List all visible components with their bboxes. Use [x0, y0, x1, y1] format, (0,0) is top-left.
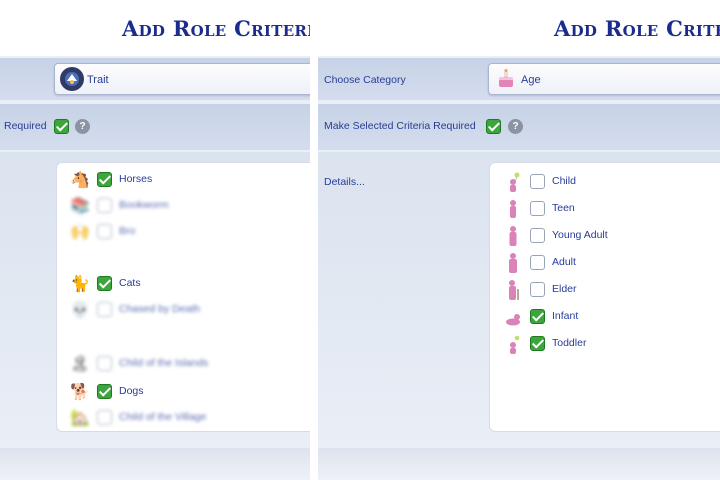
list-item[interactable]: 📚 Bookworm	[57, 195, 310, 217]
dialog-title: Add Role Criteria...	[122, 16, 310, 41]
village-icon: 🏡	[70, 410, 90, 427]
item-label: Chased by Death	[119, 303, 201, 315]
cat-icon: 🐈	[70, 276, 90, 293]
item-label: Infant	[552, 310, 579, 322]
list-item[interactable]: 🐈 Cats	[57, 273, 310, 295]
list-item[interactable]: 🙌 Bro	[57, 221, 310, 243]
category-row: Choose Category Age	[318, 58, 720, 100]
reaper-icon: 💀	[70, 302, 90, 319]
list-item[interactable]: 💀 Chased by Death	[57, 299, 310, 321]
item-checkbox[interactable]	[530, 282, 545, 297]
item-label: Dogs	[119, 385, 144, 397]
list-item[interactable]: Teen	[490, 198, 720, 220]
item-checkbox[interactable]	[97, 276, 112, 291]
item-checkbox[interactable]	[97, 172, 112, 187]
child-icon	[502, 171, 524, 193]
list-item[interactable]: 🏡 Child of the Village	[57, 407, 310, 429]
island-icon: 🏝	[69, 356, 91, 373]
dog-icon: 🐕	[70, 384, 90, 401]
item-checkbox[interactable]	[530, 174, 545, 189]
books-icon: 📚	[70, 198, 90, 215]
item-checkbox[interactable]	[97, 384, 112, 399]
list-item[interactable]: 🐴 Horses	[57, 169, 310, 191]
item-label: Elder	[552, 283, 577, 295]
item-label: Cats	[119, 277, 141, 289]
required-row: Make Selected Criteria Required ?	[318, 104, 720, 150]
required-row: Required ?	[0, 104, 310, 150]
young-adult-icon	[502, 225, 524, 247]
item-label: Toddler	[552, 337, 587, 349]
category-value: Trait	[87, 74, 109, 86]
item-checkbox[interactable]	[530, 201, 545, 216]
item-checkbox[interactable]	[97, 410, 112, 425]
horse-icon: 🐴	[70, 172, 90, 189]
help-icon[interactable]: ?	[508, 119, 523, 134]
item-label: Young Adult	[552, 229, 608, 241]
item-checkbox[interactable]	[97, 198, 112, 213]
list-item[interactable]: Adult	[490, 252, 720, 274]
category-dropdown[interactable]: Trait	[54, 63, 310, 95]
teen-icon	[502, 198, 524, 220]
trait-category-icon	[60, 67, 84, 91]
item-checkbox[interactable]	[530, 309, 545, 324]
infant-icon	[502, 306, 524, 328]
item-checkbox[interactable]	[530, 336, 545, 351]
required-checkbox[interactable]	[54, 119, 69, 134]
list-item[interactable]: Infant	[490, 306, 720, 328]
adult-icon	[502, 252, 524, 274]
category-row: Trait	[0, 58, 310, 100]
list-item[interactable]: Toddler	[490, 333, 720, 355]
item-checkbox[interactable]	[97, 302, 112, 317]
footer-strip	[0, 448, 310, 480]
item-label: Horses	[119, 173, 153, 185]
required-label: Required	[4, 120, 47, 132]
item-label: Child of the Village	[119, 411, 207, 423]
list-item[interactable]: 🏝 Child of the Islands	[57, 353, 310, 375]
criteria-list: 🐴 Horses 📚 Bookworm 🙌 Bro 🐈 Cats 💀 Chase…	[56, 162, 310, 432]
item-checkbox[interactable]	[97, 356, 112, 371]
item-label: Bookworm	[119, 199, 169, 211]
category-value: Age	[521, 74, 541, 86]
item-checkbox[interactable]	[97, 224, 112, 239]
required-label: Make Selected Criteria Required	[324, 120, 476, 132]
elder-icon	[502, 279, 524, 301]
title-bar: Add Role Criteria	[318, 0, 720, 56]
birthday-cake-icon	[494, 67, 518, 91]
left-criteria-panel: Add Role Criteria... Trait Required ? 🐴 …	[0, 0, 310, 480]
item-label: Adult	[552, 256, 576, 268]
item-label: Child of the Islands	[119, 357, 209, 369]
age-criteria-list: Child Teen Young Adult Adult Elder Infan…	[489, 162, 720, 432]
details-label: Details...	[324, 176, 365, 188]
item-checkbox[interactable]	[530, 228, 545, 243]
item-label: Child	[552, 175, 576, 187]
list-item[interactable]: Elder	[490, 279, 720, 301]
title-bar: Add Role Criteria...	[0, 0, 310, 56]
right-criteria-panel: Add Role Criteria Choose Category Age Ma…	[318, 0, 720, 480]
list-item[interactable]: 🐕 Dogs	[57, 381, 310, 403]
footer-strip	[318, 448, 720, 480]
required-checkbox[interactable]	[486, 119, 501, 134]
dialog-title: Add Role Criteria	[554, 16, 720, 41]
help-icon[interactable]: ?	[75, 119, 90, 134]
choose-category-label: Choose Category	[324, 74, 406, 86]
list-item[interactable]: Child	[490, 171, 720, 193]
list-item[interactable]: Young Adult	[490, 225, 720, 247]
item-checkbox[interactable]	[530, 255, 545, 270]
category-dropdown[interactable]: Age	[488, 63, 720, 95]
item-label: Bro	[119, 225, 136, 237]
item-label: Teen	[552, 202, 575, 214]
bro-icon: 🙌	[70, 224, 90, 241]
toddler-icon	[502, 333, 524, 355]
panel-divider	[310, 0, 318, 480]
